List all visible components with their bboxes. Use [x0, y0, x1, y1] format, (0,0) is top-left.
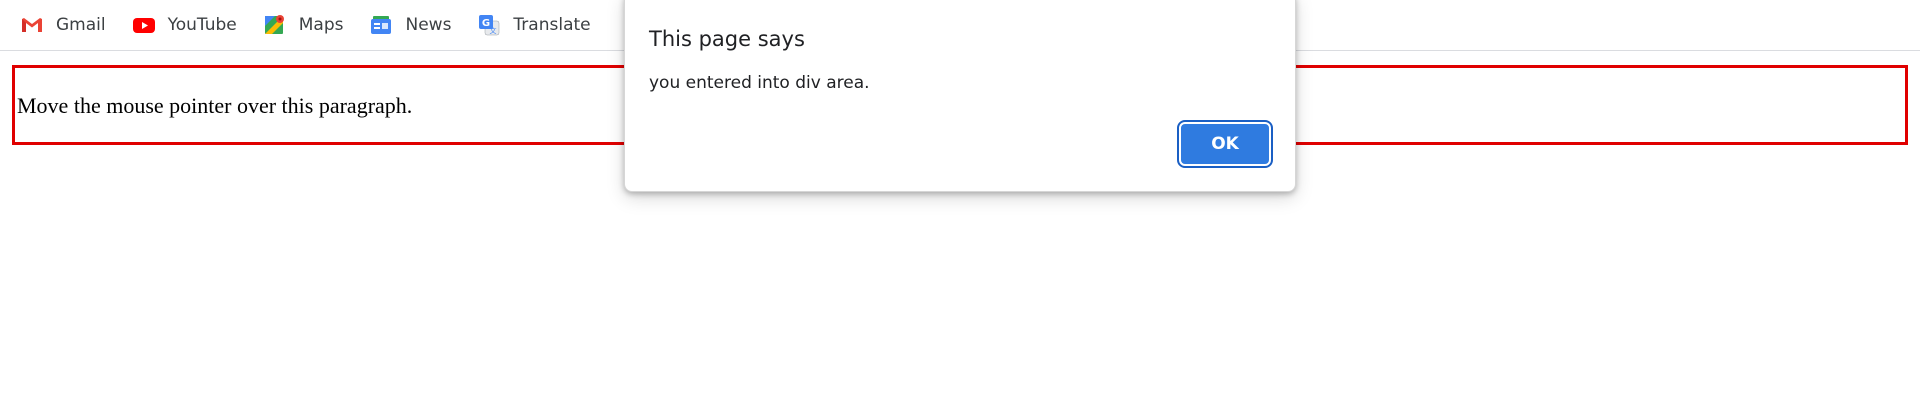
- dialog-message: you entered into div area.: [649, 73, 870, 93]
- dialog-title: This page says: [649, 27, 805, 51]
- bookmark-label: Gmail: [56, 15, 106, 35]
- bookmark-label: Maps: [298, 15, 344, 35]
- bookmark-label: YouTube: [167, 15, 237, 35]
- alert-dialog: This page says you entered into div area…: [624, 0, 1296, 192]
- instruction-paragraph: Move the mouse pointer over this paragra…: [17, 93, 413, 118]
- maps-icon: [263, 13, 287, 37]
- svg-text:文: 文: [490, 26, 497, 35]
- bookmark-translate[interactable]: G 文 Translate: [477, 9, 596, 41]
- bookmark-maps[interactable]: Maps: [263, 9, 350, 41]
- bookmark-youtube[interactable]: YouTube: [132, 9, 243, 41]
- ok-button[interactable]: OK: [1177, 120, 1273, 168]
- translate-icon: G 文: [477, 13, 501, 37]
- youtube-icon: [132, 13, 156, 37]
- gmail-icon: [20, 13, 44, 37]
- bookmark-label: News: [405, 15, 452, 35]
- bookmark-label: Translate: [513, 15, 591, 35]
- news-icon: [369, 13, 393, 37]
- bookmark-news[interactable]: News: [369, 9, 457, 41]
- bookmark-gmail[interactable]: Gmail: [20, 9, 112, 41]
